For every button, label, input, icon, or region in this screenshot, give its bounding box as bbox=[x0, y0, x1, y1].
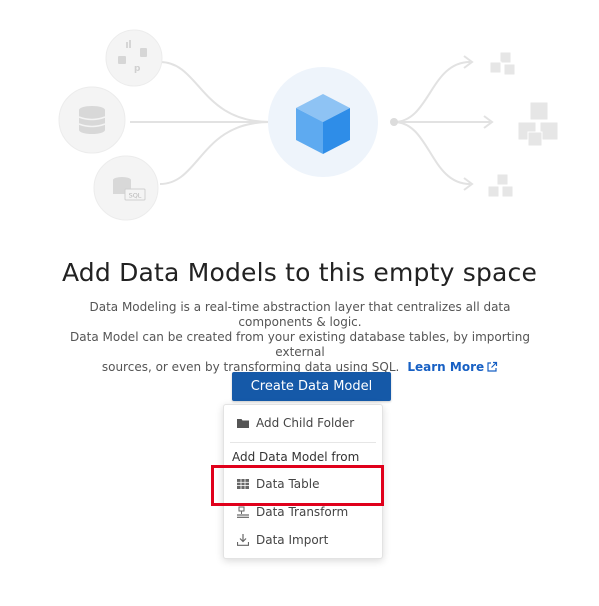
output-cubes-top-icon bbox=[489, 51, 516, 76]
sql-source-icon: SQL bbox=[93, 155, 159, 221]
menu-item-add-child-folder[interactable]: Add Child Folder bbox=[236, 413, 354, 433]
transform-icon bbox=[236, 505, 250, 519]
svg-text:p: p bbox=[134, 64, 141, 74]
svg-text:SQL: SQL bbox=[129, 192, 142, 200]
menu-item-label: Add Child Folder bbox=[256, 416, 355, 430]
page-title: Add Data Models to this empty space bbox=[61, 258, 538, 287]
data-model-illustration: p SQL bbox=[58, 29, 559, 221]
description-line-1: Data Modeling is a real-time abstraction… bbox=[89, 300, 511, 329]
highlight-box bbox=[211, 465, 384, 506]
learn-more-link[interactable]: Learn More bbox=[403, 360, 498, 374]
output-cubes-middle-icon bbox=[517, 101, 559, 147]
menu-section-label: Add Data Model from bbox=[232, 450, 360, 464]
folder-icon bbox=[236, 416, 250, 430]
data-model-cube-icon bbox=[268, 67, 378, 177]
menu-item-data-import[interactable]: Data Import bbox=[236, 530, 328, 550]
description-line-2: Data Model can be created from your exis… bbox=[70, 330, 530, 359]
menu-item-label: Data Transform bbox=[256, 505, 349, 519]
menu-divider bbox=[230, 442, 376, 443]
output-cubes-bottom-icon bbox=[487, 173, 514, 198]
learn-more-label: Learn More bbox=[407, 360, 485, 374]
description: Data Modeling is a real-time abstraction… bbox=[70, 300, 530, 375]
database-source-icon bbox=[58, 86, 126, 154]
import-icon bbox=[236, 533, 250, 547]
menu-item-label: Data Import bbox=[256, 533, 329, 547]
external-link-icon bbox=[487, 361, 498, 372]
create-data-model-button[interactable]: Create Data Model bbox=[232, 372, 391, 401]
social-source-icon: p bbox=[105, 29, 163, 87]
